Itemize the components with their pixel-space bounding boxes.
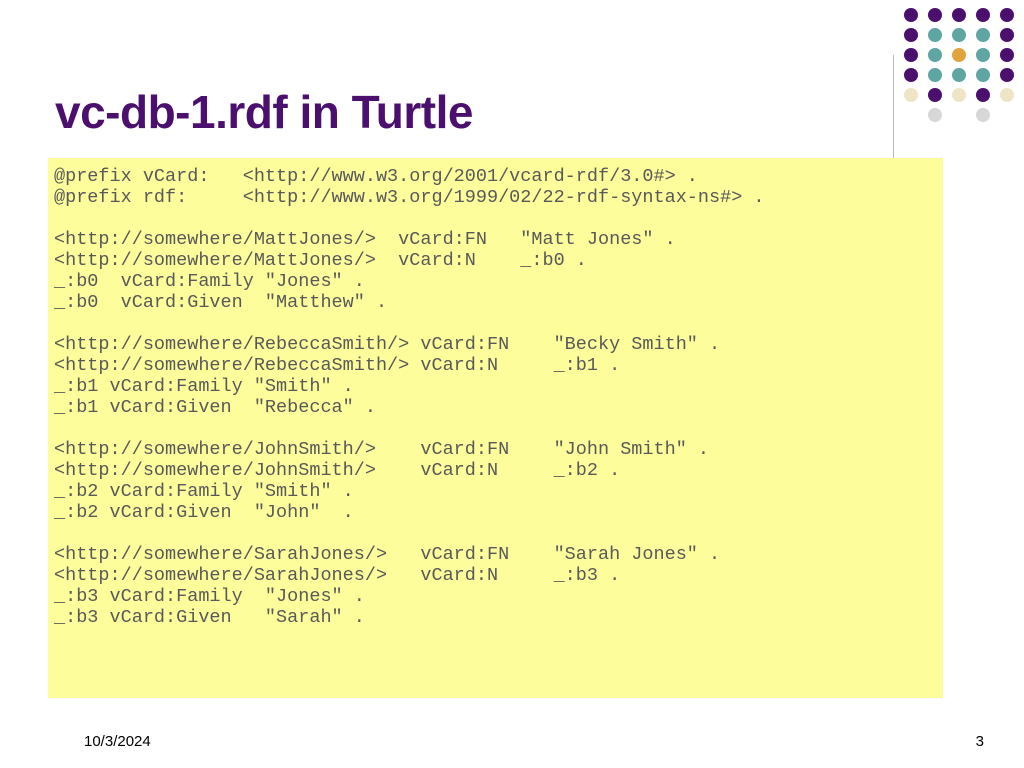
dot-icon — [904, 68, 918, 82]
code-block: @prefix vCard: <http://www.w3.org/2001/v… — [48, 158, 943, 698]
dot-icon — [976, 8, 990, 22]
dot-icon — [904, 48, 918, 62]
dot-icon — [904, 28, 918, 42]
dot-icon — [1000, 28, 1014, 42]
dot-icon — [952, 108, 966, 122]
dot-icon — [928, 48, 942, 62]
dot-icon — [1000, 88, 1014, 102]
dot-icon — [976, 68, 990, 82]
dot-icon — [1000, 68, 1014, 82]
dot-icon — [904, 108, 918, 122]
slide-title: vc-db-1.rdf in Turtle — [55, 85, 473, 139]
dot-icon — [928, 88, 942, 102]
dot-icon — [1000, 8, 1014, 22]
dot-icon — [976, 28, 990, 42]
footer-page-number: 3 — [976, 733, 984, 750]
vertical-rule — [893, 55, 894, 175]
dot-icon — [952, 88, 966, 102]
dot-icon — [976, 88, 990, 102]
footer-date: 10/3/2024 — [84, 733, 151, 750]
dot-icon — [952, 68, 966, 82]
dot-icon — [952, 8, 966, 22]
dot-icon — [928, 68, 942, 82]
dot-icon — [1000, 108, 1014, 122]
dot-icon — [952, 28, 966, 42]
dot-icon — [976, 48, 990, 62]
dot-icon — [928, 28, 942, 42]
dot-icon — [976, 108, 990, 122]
dot-icon — [1000, 48, 1014, 62]
slide: vc-db-1.rdf in Turtle @prefix vCard: <ht… — [0, 0, 1024, 768]
dot-icon — [928, 108, 942, 122]
dot-icon — [952, 48, 966, 62]
dot-icon — [928, 8, 942, 22]
dot-icon — [904, 88, 918, 102]
decorative-dots — [904, 8, 1014, 128]
dot-icon — [904, 8, 918, 22]
